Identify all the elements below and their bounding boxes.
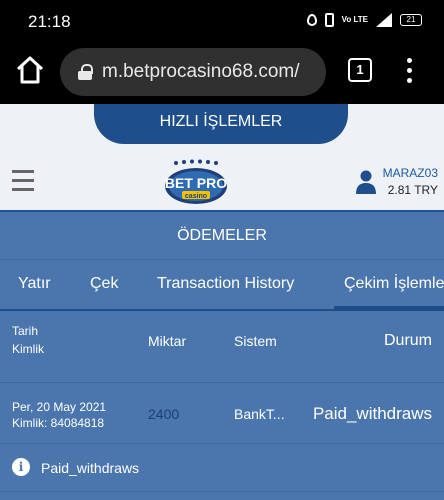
status-icons: Vo LTE 21: [306, 13, 422, 27]
signal-icon: [376, 13, 392, 27]
column-amount: Miktar: [148, 333, 187, 349]
column-date: Tarih: [12, 324, 39, 338]
username[interactable]: MARAZ03: [383, 166, 438, 180]
row-info: i Paid_withdraws: [0, 444, 444, 492]
tab-withdraw[interactable]: Çek: [90, 261, 118, 309]
url-text: m.betprocasino68.com/: [102, 61, 300, 82]
row-info-text: Paid_withdraws: [41, 460, 140, 476]
table-header: Tarih Kimlik Miktar Sistem Durum: [0, 311, 444, 383]
browser-menu-icon[interactable]: [402, 58, 416, 84]
tab-withdrawal-transactions[interactable]: Çekim İşlemleri: [334, 261, 444, 309]
table-row[interactable]: Per, 20 May 2021 Kimlik: 84084818 2400 B…: [0, 384, 444, 444]
data-saver-icon: [306, 14, 317, 26]
system-status-bar: 21:18 Vo LTE 21: [0, 0, 444, 42]
browser-toolbar: m.betprocasino68.com/ 1: [0, 42, 444, 104]
payment-tabs: Yatır Çek Transaction History Çekim İşle…: [0, 261, 444, 309]
column-id: Kimlik: [12, 342, 44, 356]
volte-icon: Vo LTE: [341, 15, 368, 24]
home-icon[interactable]: [14, 54, 46, 86]
battery-icon: 21: [400, 14, 422, 26]
quick-operations-button[interactable]: HIZLI İŞLEMLER: [94, 104, 348, 144]
vibrate-icon: [324, 13, 334, 27]
column-status: Durum: [383, 332, 432, 349]
lock-icon: [78, 64, 93, 80]
hamburger-menu-icon[interactable]: [12, 170, 34, 191]
user-icon[interactable]: [356, 170, 376, 194]
row-status: Paid_withdraws: [312, 404, 432, 423]
betpro-logo[interactable]: BET PRO casino: [162, 158, 230, 206]
status-time: 21:18: [28, 12, 71, 31]
row-system: BankT...: [234, 406, 285, 422]
page-title: ÖDEMELER: [0, 212, 444, 260]
info-icon: i: [12, 458, 30, 476]
tab-switcher-button[interactable]: 1: [348, 58, 372, 82]
row-date: Per, 20 May 2021: [12, 400, 107, 414]
column-system: Sistem: [234, 333, 277, 349]
site-header: BET PRO casino MARAZ03 2.81 TRY: [0, 146, 444, 212]
logo-text: BET PRO: [165, 175, 227, 191]
row-amount: 2400: [148, 406, 180, 422]
balance: 2.81 TRY: [387, 183, 438, 197]
row-id: Kimlik: 84084818: [12, 416, 105, 430]
address-bar[interactable]: m.betprocasino68.com/: [60, 48, 326, 96]
tab-deposit[interactable]: Yatır: [18, 261, 51, 309]
logo-subtext: casino: [185, 193, 207, 200]
tab-transaction-history[interactable]: Transaction History: [157, 261, 294, 309]
